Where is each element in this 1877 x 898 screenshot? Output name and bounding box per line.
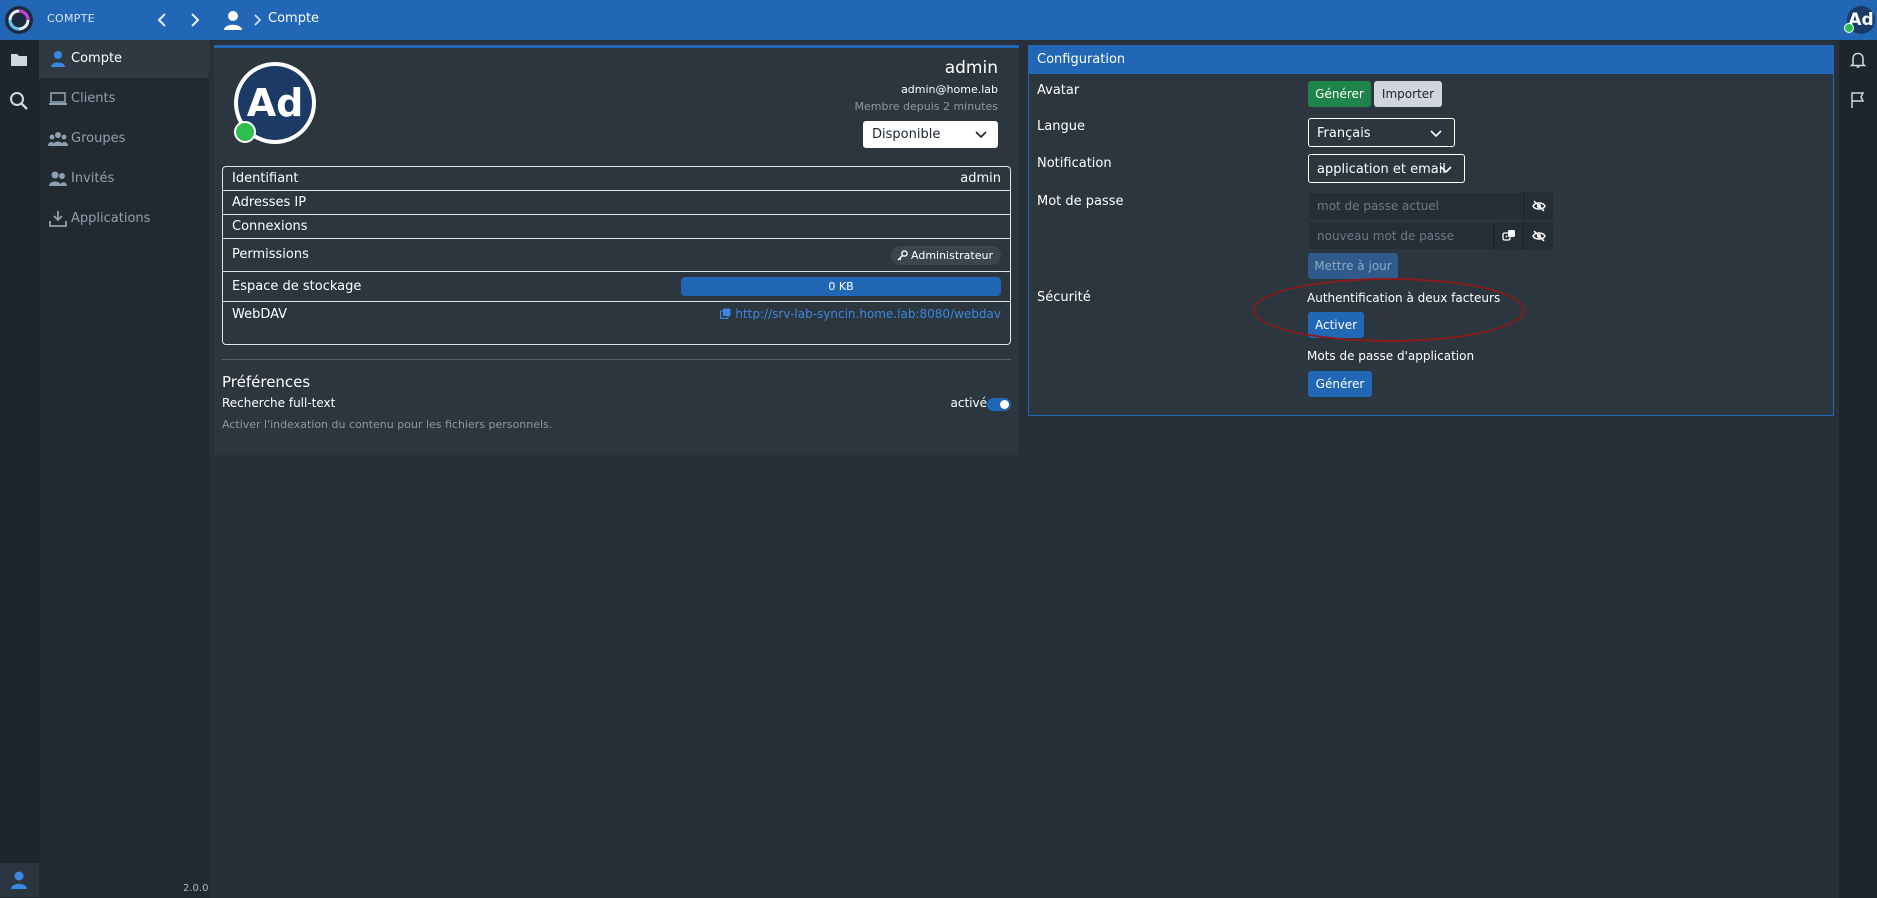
avatar-generate-button[interactable]: Générer: [1308, 81, 1371, 107]
section-title: COMPTE: [47, 12, 95, 25]
search-icon[interactable]: [8, 90, 30, 112]
info-row-storage: Espace de stockage 0 KB: [223, 272, 1010, 302]
online-status-dot: [1844, 23, 1854, 33]
info-row-permissions: Permissions Administrateur: [223, 239, 1010, 272]
icon-rail: [0, 40, 39, 898]
info-label: Permissions: [232, 247, 309, 262]
notification-label: Notification: [1037, 156, 1112, 171]
users-icon: [48, 130, 68, 148]
back-icon[interactable]: [153, 10, 173, 30]
security-label: Sécurité: [1037, 290, 1091, 305]
generate-password-button[interactable]: [1493, 222, 1523, 250]
eye-slash-icon: [1532, 200, 1546, 212]
app-passwords-generate-button[interactable]: Générer: [1308, 371, 1372, 397]
avatar-label: Avatar: [1037, 83, 1080, 98]
profile-email: admin@home.lab: [901, 83, 998, 96]
copy-icon[interactable]: [720, 308, 731, 319]
sidebar-item-label: Compte: [71, 51, 123, 66]
laptop-icon: [48, 90, 68, 108]
breadcrumb-compte[interactable]: Compte: [268, 11, 319, 26]
sidebar-item-applications[interactable]: Applications: [39, 200, 209, 238]
profile-name: admin: [944, 58, 998, 78]
current-password-input[interactable]: mot de passe actuel: [1308, 192, 1523, 220]
toggle-visibility-button[interactable]: [1523, 222, 1553, 250]
top-bar: COMPTE Compte Ad: [0, 0, 1877, 40]
toggle-knob: [1000, 400, 1009, 409]
configuration-title: Configuration: [1037, 52, 1126, 67]
configuration-header: Configuration: [1029, 46, 1833, 74]
online-status-dot: [234, 121, 256, 143]
user-icon: [222, 9, 244, 31]
update-password-button[interactable]: Mettre à jour: [1308, 253, 1398, 279]
new-password-input[interactable]: nouveau mot de passe: [1308, 222, 1493, 250]
status-select[interactable]: Disponible: [863, 121, 998, 148]
avatar-import-button[interactable]: Importer: [1374, 81, 1442, 107]
language-label: Langue: [1037, 119, 1085, 134]
info-row-connexions: Connexions: [223, 215, 1010, 239]
storage-progress-bar: 0 KB: [681, 277, 1001, 296]
toggle-visibility-button[interactable]: [1523, 192, 1553, 220]
eye-slash-icon: [1532, 230, 1546, 242]
fulltext-search-label: Recherche full-text: [222, 396, 336, 410]
info-label: Espace de stockage: [232, 279, 362, 294]
breadcrumb-chevron-icon: [251, 13, 263, 27]
language-value: Français: [1317, 126, 1371, 141]
info-value: admin: [960, 171, 1001, 186]
notification-select[interactable]: application et email: [1308, 154, 1465, 183]
chevron-down-icon: [1430, 129, 1442, 139]
dice-icon: [1502, 230, 1515, 241]
user-icon: [48, 50, 68, 68]
sidebar-item-label: Applications: [71, 211, 151, 226]
sidebar-item-compte[interactable]: Compte: [39, 40, 209, 78]
sidebar-item-label: Groupes: [71, 131, 126, 146]
fulltext-toggle[interactable]: [987, 398, 1011, 411]
download-icon: [48, 210, 68, 228]
right-rail: [1839, 40, 1877, 898]
info-row-identifiant: Identifiant admin: [223, 167, 1010, 191]
fulltext-state: activé: [950, 396, 987, 410]
sidebar-item-label: Clients: [71, 91, 116, 106]
account-info-table: Identifiant admin Adresses IP Connexions…: [222, 166, 1011, 345]
chevron-down-icon: [1440, 165, 1452, 175]
language-select[interactable]: Français: [1308, 118, 1455, 147]
webdav-url: http://srv-lab-syncin.home.lab:8080/webd…: [735, 307, 1001, 321]
sidebar: Compte Clients Groupes Invités Applicati…: [39, 40, 209, 898]
sidebar-item-invites[interactable]: Invités: [39, 160, 209, 198]
info-row-ip: Adresses IP: [223, 191, 1010, 215]
bell-icon[interactable]: [1848, 50, 1868, 70]
flag-icon[interactable]: [1848, 90, 1868, 110]
app-logo-icon[interactable]: [5, 6, 33, 34]
fulltext-search-hint: Activer l'indexation du contenu pour les…: [222, 418, 553, 431]
folder-icon[interactable]: [8, 49, 30, 71]
app-passwords-title: Mots de passe d'application: [1307, 349, 1475, 363]
member-since: Membre depuis 2 minutes: [854, 100, 998, 113]
status-value: Disponible: [872, 127, 941, 142]
permission-badge: Administrateur: [891, 246, 1001, 265]
info-label: Adresses IP: [232, 195, 307, 210]
notification-value: application et email: [1317, 162, 1446, 177]
sidebar-item-label: Invités: [71, 171, 115, 186]
preferences-title: Préférences: [222, 373, 311, 391]
info-label: Identifiant: [232, 171, 299, 186]
key-icon: [897, 250, 908, 261]
password-label: Mot de passe: [1037, 194, 1124, 209]
info-label: Connexions: [232, 219, 308, 234]
section-divider: [222, 359, 1011, 360]
app-version: 2.0.0: [183, 883, 209, 894]
info-label: WebDAV: [232, 307, 288, 322]
webdav-link[interactable]: http://srv-lab-syncin.home.lab:8080/webd…: [720, 307, 1001, 321]
sidebar-item-groupes[interactable]: Groupes: [39, 120, 209, 158]
permission-value: Administrateur: [911, 249, 993, 262]
sidebar-item-clients[interactable]: Clients: [39, 80, 209, 118]
account-icon[interactable]: [8, 869, 30, 891]
user-group-icon: [48, 170, 68, 188]
forward-icon[interactable]: [184, 10, 204, 30]
twofa-title: Authentification à deux facteurs: [1307, 291, 1501, 305]
twofa-activate-button[interactable]: Activer: [1308, 312, 1364, 338]
info-row-webdav: WebDAV http://srv-lab-syncin.home.lab:80…: [223, 302, 1010, 345]
chevron-down-icon: [975, 130, 987, 140]
